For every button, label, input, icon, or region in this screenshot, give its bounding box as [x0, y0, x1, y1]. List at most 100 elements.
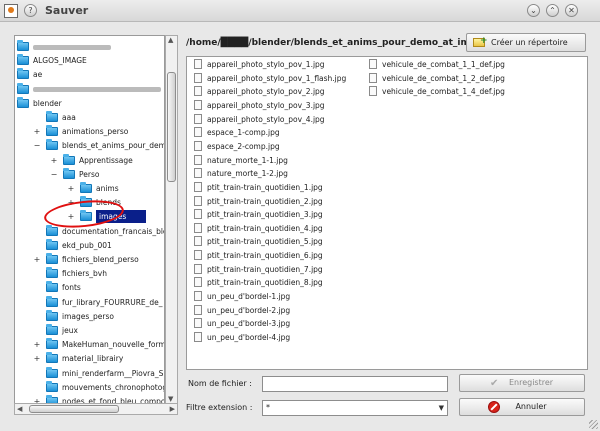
file-item[interactable]: ptit_train-train_quotidien_2.jpg — [194, 195, 323, 209]
tree-item[interactable]: fichiers_bvh — [15, 267, 164, 280]
save-button[interactable]: ✔ Enregistrer — [459, 374, 585, 392]
expand-icon[interactable]: + — [50, 154, 58, 167]
file-name: nature_morte_1-1.jpg — [207, 155, 288, 165]
folder-icon — [17, 40, 29, 51]
tree-item[interactable]: ae — [15, 68, 164, 81]
file-item[interactable]: appareil_photo_stylo_pov_4.jpg — [194, 113, 325, 127]
tree-item[interactable]: aaa — [15, 111, 164, 124]
folder-icon — [80, 210, 92, 222]
file-list[interactable]: appareil_photo_stylo_pov_1.jpg appareil_p… — [186, 56, 588, 370]
tree-item-label: fonts — [62, 283, 81, 293]
folder-icon — [46, 366, 58, 378]
file-item[interactable]: ptit_train-train_quotidien_7.jpg — [194, 263, 323, 277]
tree-item[interactable]: + MakeHuman_nouvelle_form — [15, 338, 165, 351]
file-item[interactable]: ptit_train-train_quotidien_8.jpg — [194, 276, 323, 290]
tree-item[interactable]: −blender — [15, 96, 164, 110]
tree-item[interactable]: − blends_et_anims_pour_dem — [15, 139, 165, 152]
tree-item-label: MakeHuman_nouvelle_form — [62, 340, 165, 350]
expand-icon[interactable]: + — [67, 182, 75, 195]
resize-grip[interactable] — [589, 420, 598, 429]
collapse-icon[interactable]: − — [50, 168, 58, 181]
expand-icon[interactable]: + — [33, 125, 41, 138]
tree-item[interactable]: images_perso — [15, 309, 164, 323]
tree-horizontal-scrollbar[interactable]: ◀ ▶ — [14, 403, 178, 415]
save-label: Enregistrer — [508, 378, 554, 387]
file-item[interactable]: ptit_train-train_quotidien_3.jpg — [194, 208, 323, 222]
expand-icon[interactable]: + — [33, 338, 41, 351]
expand-icon[interactable]: + — [67, 210, 75, 223]
scroll-thumb[interactable] — [167, 72, 176, 182]
scroll-up-icon[interactable]: ▲ — [168, 36, 173, 44]
tree-item[interactable]: documentation_francais_ble — [15, 224, 164, 238]
redacted-label — [33, 87, 161, 93]
file-icon — [194, 250, 202, 261]
expand-icon[interactable]: + — [33, 253, 41, 266]
filename-input[interactable] — [262, 376, 448, 392]
tree-item[interactable]: + material_librairy — [15, 352, 164, 365]
tree-item[interactable]: + images — [15, 210, 164, 224]
file-item[interactable]: appareil_photo_stylo_pov_2.jpg — [194, 85, 325, 99]
tree-item[interactable]: + animations_perso — [15, 125, 164, 138]
close-button[interactable]: ✕ — [565, 4, 578, 17]
folder-icon — [46, 253, 58, 264]
file-item[interactable]: ptit_train-train_quotidien_1.jpg — [194, 181, 323, 195]
tree-item[interactable]: mini_renderfarm__Piovra_S — [15, 366, 164, 380]
tree-item[interactable]: mouvements_chronophotog — [15, 380, 164, 394]
file-item[interactable]: espace_2-comp.jpg — [194, 140, 280, 154]
tree-item[interactable]: + Apprentissage — [15, 153, 164, 167]
file-item[interactable]: ptit_train-train_quotidien_4.jpg — [194, 222, 323, 236]
filter-extension-select[interactable]: * ▼ — [262, 400, 448, 416]
tree-item-label: blends — [96, 198, 121, 208]
file-name: vehicule_de_combat_1_1_def.jpg — [382, 60, 505, 69]
tree-item-label: blends_et_anims_pour_dem — [62, 141, 165, 151]
file-item[interactable]: ptit_train-train_quotidien_5.jpg — [194, 235, 323, 249]
folder-icon — [17, 68, 29, 80]
tree-item[interactable]: + blends — [15, 196, 164, 209]
file-item[interactable]: nature_morte_1-2.jpg — [194, 167, 288, 181]
tree-item[interactable]: ALGOS_IMAGE — [15, 54, 164, 67]
tree-item[interactable] — [15, 82, 164, 96]
tree-item[interactable]: + anims — [15, 182, 164, 195]
file-item[interactable]: un_peu_d'bordel-2.jpg — [194, 304, 290, 318]
file-name: ptit_train-train_quotidien_7.jpg — [207, 264, 323, 274]
file-item[interactable]: un_peu_d'bordel-3.jpg — [194, 317, 290, 331]
file-item[interactable]: appareil_photo_stylo_pov_1_flash.jpg — [194, 72, 346, 86]
expand-icon[interactable]: + — [33, 352, 41, 365]
file-item[interactable]: un_peu_d'bordel-4.jpg — [194, 331, 290, 345]
folder-icon — [46, 111, 58, 122]
collapse-icon[interactable]: − — [33, 139, 41, 152]
file-item[interactable]: appareil_photo_stylo_pov_3.jpg — [194, 99, 325, 113]
file-item[interactable]: vehicule_de_combat_1_2_def.jpg — [369, 72, 505, 86]
create-directory-button[interactable]: Créer un répertoire — [466, 33, 586, 52]
scroll-right-icon[interactable]: ▶ — [170, 405, 175, 413]
file-item[interactable]: ptit_train-train_quotidien_6.jpg — [194, 249, 323, 263]
help-icon[interactable]: ? — [24, 4, 37, 17]
scroll-down-icon[interactable]: ▼ — [168, 395, 173, 403]
tree-item[interactable]: jeux — [15, 324, 164, 337]
file-item[interactable]: un_peu_d'bordel-1.jpg — [194, 290, 290, 304]
scroll-left-icon[interactable]: ◀ — [17, 405, 22, 413]
expand-icon[interactable]: + — [67, 196, 75, 209]
file-name: espace_2-comp.jpg — [207, 141, 280, 151]
file-item[interactable]: vehicule_de_combat_1_4_def.jpg — [369, 85, 505, 99]
file-item[interactable]: espace_1-comp.jpg — [194, 126, 280, 140]
tree-item[interactable]: − Perso — [15, 167, 164, 181]
tree-item[interactable]: fonts — [15, 281, 164, 294]
tree-item[interactable]: fur_library_FOURRURE_de_ — [15, 295, 164, 309]
file-item[interactable]: vehicule_de_combat_1_1_def.jpg — [369, 58, 505, 72]
tree-item[interactable] — [15, 40, 164, 53]
cancel-button[interactable]: Annuler — [459, 398, 585, 416]
filter-label: Filtre extension : — [186, 403, 253, 412]
file-icon — [194, 236, 202, 247]
tree-item[interactable]: ekd_pub_001 — [15, 238, 164, 252]
folder-tree[interactable]: ALGOS_IMAGEae −blenderaaa+animations_pers… — [14, 35, 165, 415]
new-folder-icon — [473, 33, 488, 50]
file-item[interactable]: nature_morte_1-1.jpg — [194, 154, 288, 168]
folder-icon — [46, 352, 58, 364]
scroll-thumb-horizontal[interactable] — [29, 405, 119, 413]
file-item[interactable]: appareil_photo_stylo_pov_1.jpg — [194, 58, 325, 72]
tree-vertical-scrollbar[interactable]: ▲ ▼ — [165, 35, 178, 404]
minimize-button[interactable]: ⌄ — [527, 4, 540, 17]
tree-item[interactable]: + fichiers_blend_perso — [15, 253, 164, 266]
maximize-button[interactable]: ⌃ — [546, 4, 559, 17]
